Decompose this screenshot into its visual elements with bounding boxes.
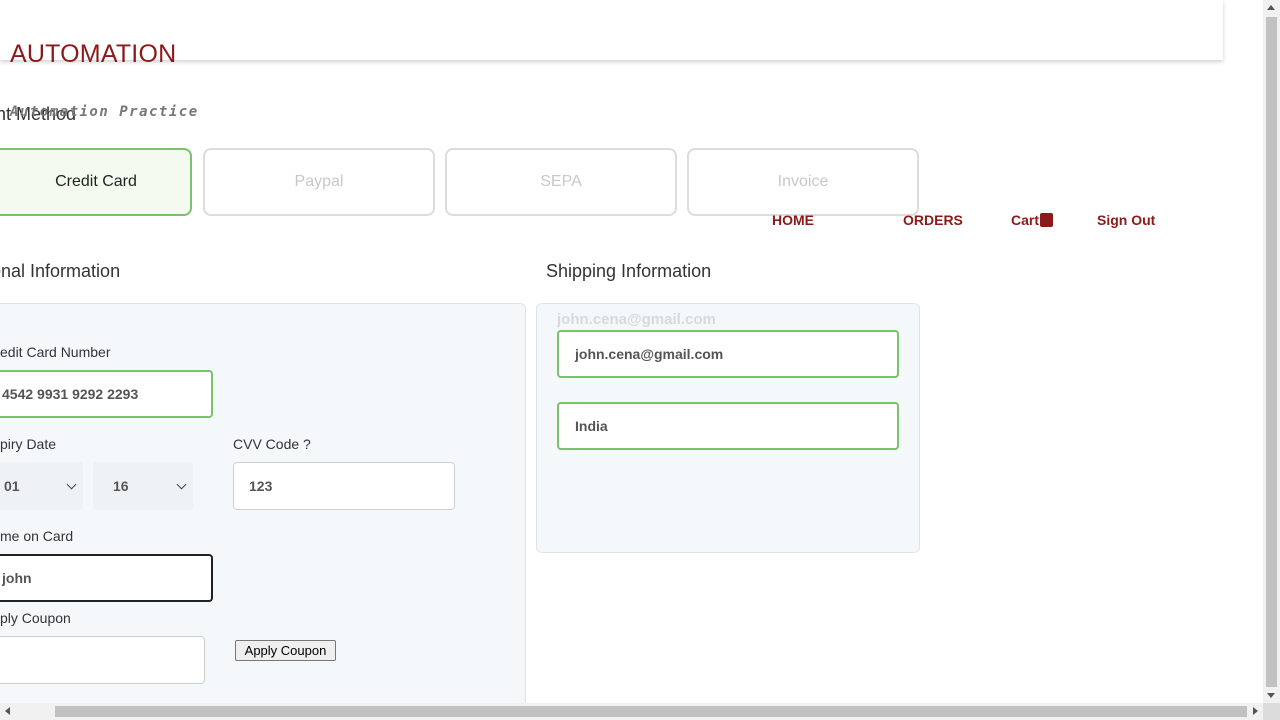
cvv-label: CVV Code ? bbox=[233, 436, 311, 452]
expiry-year-value: 16 bbox=[113, 478, 129, 494]
shipping-country-value: India bbox=[575, 418, 608, 434]
coupon-input[interactable] bbox=[0, 636, 205, 684]
name-on-card-input[interactable]: john bbox=[0, 554, 213, 602]
chevron-down-icon bbox=[66, 479, 77, 490]
payment-option-sepa[interactable]: SEPA bbox=[445, 148, 677, 216]
expiry-date-label: piry Date bbox=[0, 436, 57, 452]
payment-option-label: SEPA bbox=[540, 173, 582, 190]
nav-home-link[interactable]: HOME bbox=[772, 212, 814, 228]
expiry-month-select[interactable]: 01 bbox=[0, 462, 83, 510]
card-number-label: edit Card Number bbox=[0, 344, 111, 360]
apply-coupon-label: ply Coupon bbox=[0, 610, 71, 626]
payment-option-label: Credit Card bbox=[55, 173, 137, 190]
shipping-country-input[interactable]: India bbox=[557, 402, 899, 450]
payment-option-invoice[interactable]: Invoice bbox=[687, 148, 919, 216]
payment-option-label: Invoice bbox=[777, 173, 829, 190]
scrollbar-corner bbox=[1263, 703, 1280, 720]
payment-option-credit-card[interactable]: Credit Card bbox=[0, 148, 192, 216]
payment-option-label: Paypal bbox=[294, 173, 344, 190]
name-on-card-value: john bbox=[2, 570, 32, 586]
expiry-year-select[interactable]: 16 bbox=[93, 462, 193, 510]
header-bar bbox=[0, 0, 1223, 60]
horizontal-scrollbar[interactable] bbox=[0, 703, 1263, 720]
expiry-month-value: 01 bbox=[4, 478, 20, 494]
shipping-email-hint: john.cena@gmail.com bbox=[557, 311, 716, 328]
brand-subtitle: Automation Practice bbox=[10, 104, 199, 120]
cvv-value: 123 bbox=[249, 478, 273, 494]
nav-cart-label: Cart bbox=[1011, 212, 1040, 228]
scroll-up-arrow-icon[interactable] bbox=[1267, 5, 1275, 10]
card-number-value: 4542 9931 9292 2293 bbox=[2, 386, 139, 402]
cart-icon bbox=[1040, 213, 1054, 227]
apply-coupon-button[interactable]: Apply Coupon bbox=[235, 640, 336, 661]
shipping-email-value: john.cena@gmail.com bbox=[575, 346, 724, 362]
shipping-email-input[interactable]: john.cena@gmail.com bbox=[557, 330, 899, 378]
brand-title: AUTOMATION bbox=[10, 40, 177, 68]
chevron-down-icon bbox=[176, 479, 187, 490]
cvv-input[interactable]: 123 bbox=[233, 462, 455, 510]
scroll-right-arrow-icon[interactable] bbox=[1253, 707, 1258, 715]
name-on-card-label: me on Card bbox=[0, 528, 74, 544]
personal-information-title: sonal Information bbox=[0, 261, 121, 281]
horizontal-scroll-thumb[interactable] bbox=[55, 706, 1247, 717]
vertical-scroll-thumb[interactable] bbox=[1266, 17, 1277, 687]
nav-sign-out-link[interactable]: Sign Out bbox=[1097, 212, 1155, 228]
nav-orders-link[interactable]: ORDERS bbox=[903, 212, 963, 228]
page: AUTOMATION nent Method Automation Practi… bbox=[0, 0, 1280, 720]
card-number-input[interactable]: 4542 9931 9292 2293 bbox=[0, 370, 213, 418]
scroll-down-arrow-icon[interactable] bbox=[1267, 693, 1275, 698]
scroll-left-arrow-icon[interactable] bbox=[5, 707, 10, 715]
vertical-scrollbar[interactable] bbox=[1263, 0, 1280, 703]
payment-option-paypal[interactable]: Paypal bbox=[203, 148, 435, 216]
nav-cart-link[interactable]: Cart bbox=[1011, 212, 1054, 228]
shipping-information-title: Shipping Information bbox=[546, 261, 712, 281]
